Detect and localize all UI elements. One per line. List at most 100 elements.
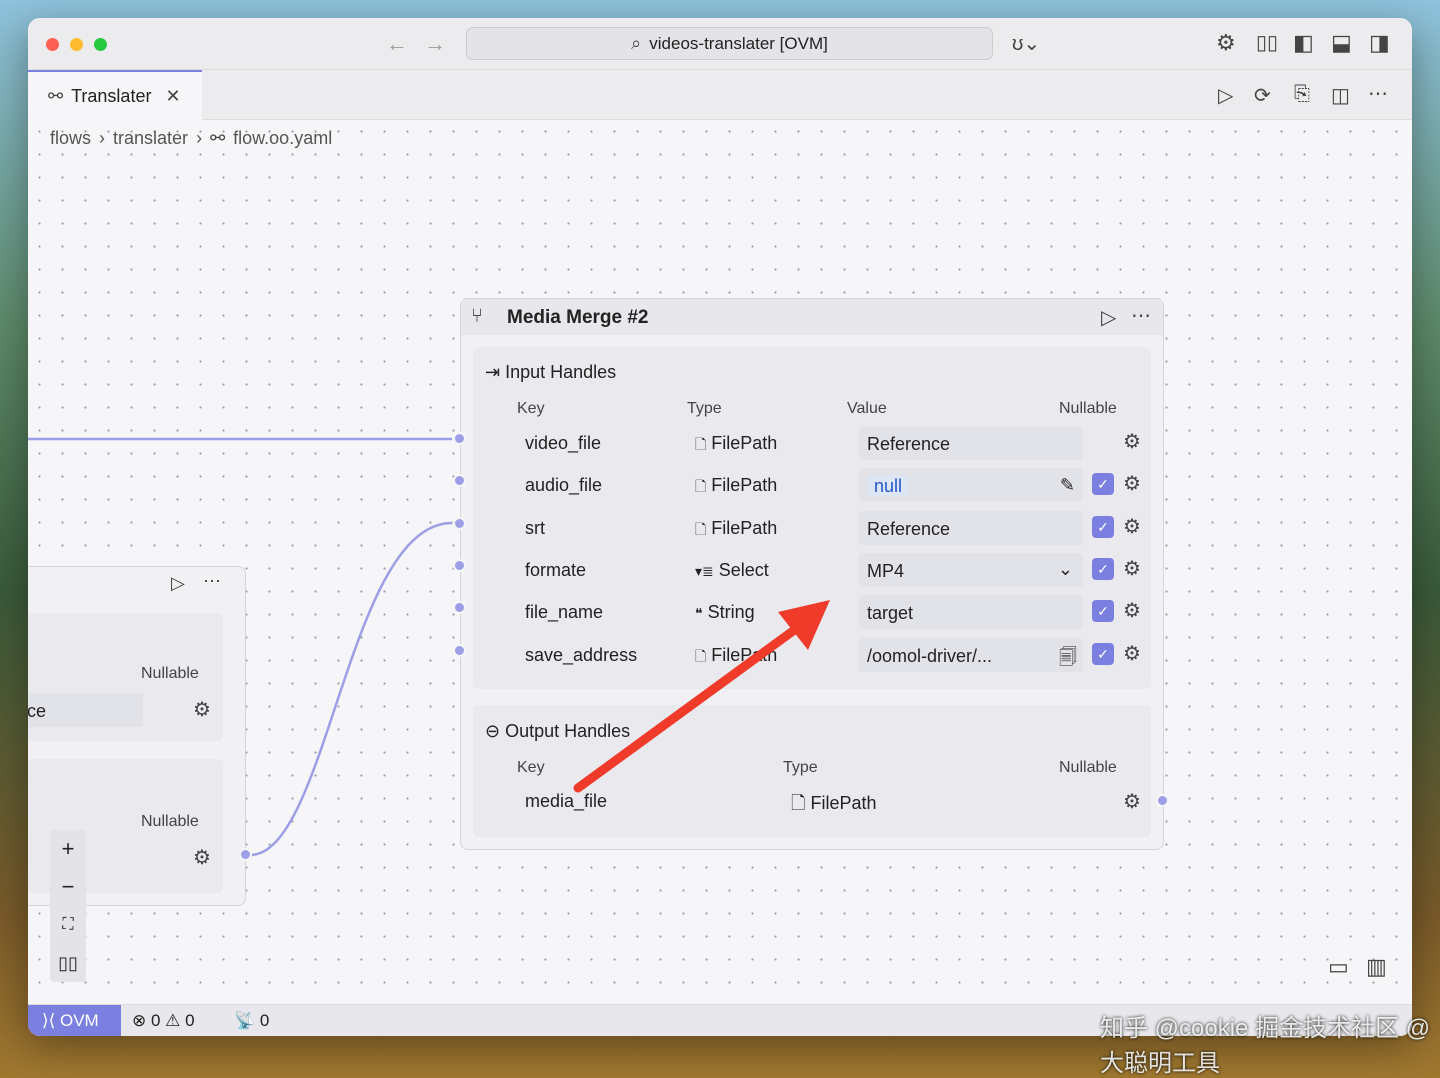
open-file-icon[interactable]: ⎘ (1294, 83, 1310, 106)
value-text: MP4 (867, 560, 905, 581)
value-field[interactable]: Reference (859, 426, 1083, 460)
output-handles-title: ⊖ Output Handles (485, 721, 631, 741)
gear-icon[interactable]: ⚙ (1123, 514, 1141, 539)
fit-view-button[interactable]: ⛶ (50, 906, 86, 944)
media-merge-node[interactable]: ⑂ Media Merge #2 ▷ ⋯ ⇥ Input Handles Key… (460, 298, 1164, 850)
input-type: 🗋 FilePath (695, 475, 778, 496)
value-field[interactable]: ce (28, 693, 143, 727)
gear-icon[interactable]: ⚙ (193, 845, 211, 870)
search-icon: ⌕ (631, 33, 642, 53)
run-icon[interactable]: ▷ (171, 573, 185, 594)
layout-button[interactable]: ▯▯ (50, 944, 86, 982)
output-port-media-file[interactable] (1156, 794, 1169, 807)
close-icon[interactable]: ✕ (165, 86, 180, 107)
value-field[interactable]: Reference (859, 510, 1083, 545)
back-arrow-icon[interactable]: ← (386, 31, 408, 57)
value-text: /oomol-driver/... (867, 645, 993, 666)
value-header: Value (847, 400, 887, 417)
type-header: Type (687, 400, 722, 417)
flow-icon: ⚯ (48, 85, 64, 106)
value-text: Reference (867, 434, 951, 454)
more-icon[interactable]: ⋯ (203, 571, 221, 592)
more-icon[interactable]: ⋯ (1131, 303, 1151, 328)
input-type: 🗋 FilePath (695, 433, 778, 453)
minimize-window-button[interactable] (70, 38, 83, 51)
nullable-checkbox[interactable]: ✓ (1092, 642, 1114, 665)
minimap-icon[interactable]: ▭ (1328, 954, 1349, 980)
input-port[interactable] (453, 432, 466, 445)
problems-indicator[interactable]: ⊗ 0 ⚠ 0 (132, 1011, 195, 1031)
maximize-window-button[interactable] (94, 38, 107, 51)
input-port[interactable] (453, 558, 466, 572)
remote-icon: ⟩⟨ (42, 1011, 56, 1030)
nullable-header: Nullable (1059, 400, 1117, 417)
run-icon[interactable]: ▷ (1218, 83, 1233, 108)
layout-icon[interactable]: ▯▯ (1256, 30, 1278, 55)
tab-translater[interactable]: ⚯ Translater ✕ (28, 70, 202, 120)
type-icon: ❝ (695, 605, 703, 622)
nullable-checkbox[interactable]: ✓ (1092, 557, 1114, 580)
value-field[interactable]: MP4 ⌄ (859, 552, 1083, 587)
input-handles-title: ⇥ Input Handles (485, 362, 617, 382)
close-window-button[interactable] (46, 38, 59, 51)
command-search[interactable]: ⌕ videos-translater [OVM] (466, 27, 993, 60)
panel-bottom-icon[interactable]: ⬓ (1331, 30, 1352, 56)
output-handles-panel: ⊖ Output Handles Key Type Nullable media… (473, 705, 1151, 837)
pencil-icon[interactable]: ✎ (1060, 475, 1075, 496)
type-icon: 🗋 (695, 647, 707, 664)
more-icon[interactable]: ⋯ (1368, 81, 1388, 106)
remote-env-button[interactable]: ⟩⟨ OVM (28, 1005, 121, 1036)
value-field[interactable]: null ✎ (859, 468, 1083, 503)
input-key: file_name (525, 602, 604, 623)
map-icon[interactable]: ▥ (1366, 954, 1387, 980)
edge-srt (249, 521, 453, 857)
sidebar-left-icon[interactable]: ◧ (1293, 30, 1314, 56)
run-icon[interactable]: ▷ (1101, 305, 1116, 330)
gear-icon[interactable]: ⚙ (193, 697, 211, 722)
input-key: audio_file (525, 475, 603, 496)
chevron-down-icon[interactable]: ⌄ (1058, 559, 1073, 580)
type-header: Type (783, 759, 818, 776)
sidebar-right-icon[interactable]: ◨ (1369, 30, 1390, 56)
key-header: Key (517, 400, 545, 417)
value-field[interactable]: target (859, 595, 1083, 630)
type-icon: 🗋 (695, 520, 707, 537)
gear-icon[interactable]: ⚙ (1123, 471, 1141, 496)
bunny-extension-icon[interactable]: ʊ⌄ (1012, 31, 1040, 56)
gear-icon[interactable]: ⚙ (1123, 641, 1141, 666)
ports-indicator[interactable]: 📡 0 (234, 1011, 269, 1031)
input-type: 🗋 FilePath (695, 644, 778, 665)
value-text: Reference (867, 518, 951, 539)
value-text: target (867, 603, 914, 624)
input-port[interactable] (453, 516, 466, 530)
type-icon: ▾≣ (695, 562, 714, 579)
input-port[interactable] (453, 643, 466, 657)
split-editor-icon[interactable]: ◫ (1331, 83, 1350, 108)
nullable-checkbox[interactable]: ✓ (1092, 515, 1114, 538)
null-value: null (867, 476, 910, 497)
nullable-checkbox[interactable]: ✓ (1092, 600, 1114, 623)
input-key: formate (525, 559, 587, 580)
nullable-checkbox[interactable]: ✓ (1092, 473, 1114, 496)
app-window: ← → ⌕ videos-translater [OVM] ʊ⌄ ⚙ ▯▯ ◧ … (28, 18, 1412, 1036)
gear-icon[interactable]: ⚙ (1123, 429, 1141, 454)
nullable-header: Nullable (141, 665, 199, 682)
zoom-out-button[interactable]: − (50, 868, 86, 906)
input-key: srt (525, 517, 545, 538)
output-port[interactable] (239, 848, 252, 861)
forward-arrow-icon[interactable]: → (424, 31, 446, 57)
gear-icon[interactable]: ⚙ (1216, 30, 1236, 56)
run-step-icon[interactable]: ⟳ (1254, 83, 1271, 108)
flow-canvas[interactable]: flows › translater › ⚯ flow.oo.yaml ▷ ⋯ Nu… (28, 120, 1412, 1004)
file-browse-icon[interactable]: 🗐 (1059, 645, 1077, 675)
tab-label: Translater (71, 85, 152, 106)
gear-icon[interactable]: ⚙ (1123, 556, 1141, 581)
input-key: save_address (525, 644, 638, 665)
tab-bar: ⚯ Translater ✕ ▷ ⟳ ⎘ ◫ ⋯ (28, 70, 1412, 120)
gear-icon[interactable]: ⚙ (1123, 598, 1141, 623)
gear-icon[interactable]: ⚙ (1123, 789, 1141, 814)
value-field[interactable]: /oomol-driver/... 🗐 (859, 637, 1083, 675)
input-handles-panel: ⇥ Input Handles Key Type Value Nullable … (473, 347, 1151, 689)
input-key: video_file (525, 433, 602, 453)
zoom-in-button[interactable]: + (50, 830, 86, 868)
